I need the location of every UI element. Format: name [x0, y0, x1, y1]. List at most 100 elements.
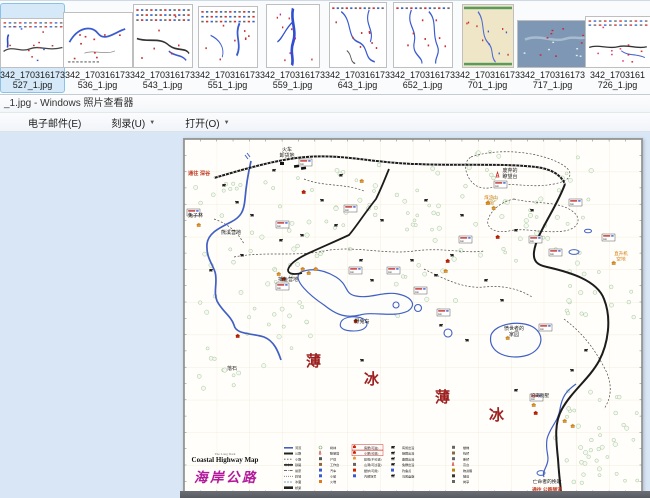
svg-text:落石: 落石: [227, 365, 237, 372]
map-grid: [184, 139, 642, 493]
thumbnail-item[interactable]: 342_170316173551_1.jpg: [195, 3, 260, 93]
svg-text:小船: 小船: [330, 474, 336, 479]
thumbnail-image[interactable]: [133, 4, 193, 68]
svg-text:薄: 薄: [435, 388, 450, 406]
screen: 342_170316173527_1.jpg342_170316173536_1…: [0, 0, 650, 498]
thumbnail-image[interactable]: [0, 4, 66, 68]
svg-text:km: km: [350, 270, 353, 274]
svg-text:高台: 高台: [463, 462, 469, 467]
svg-text:物资箱: 物资箱: [463, 468, 472, 473]
svg-text:km: km: [550, 252, 553, 256]
svg-text:工作台: 工作台: [330, 462, 339, 467]
svg-text:km: km: [415, 290, 418, 294]
svg-text:兔群出没: 兔群出没: [402, 462, 414, 467]
svg-text:煤矿: 煤矿: [486, 200, 496, 207]
content-area: kmkmkmkmkmkmkmkmkmkmkmkmkmkmkmkmkm 通往 深谷…: [0, 132, 650, 498]
thumbnail-item[interactable]: 342_170316173559_1.jpg: [260, 3, 325, 93]
thumbnail-image[interactable]: [517, 4, 589, 68]
svg-text:薄: 薄: [306, 352, 321, 370]
svg-text:乌鸦盘旋: 乌鸦盘旋: [402, 474, 414, 479]
thumbnail-image[interactable]: [266, 4, 320, 68]
thumbnail-item[interactable]: 342_1703161726_1.jpg: [585, 3, 650, 93]
svg-text:有熊出没: 有熊出没: [402, 445, 414, 450]
svg-text:冰: 冰: [489, 406, 505, 424]
thumbnail-item[interactable]: 342_170316173527_1.jpg: [0, 3, 65, 93]
chevron-down-icon: ▼: [149, 120, 155, 126]
svg-text:空地: 空地: [616, 256, 626, 262]
thumbnail-filename: 342_170316173551_1.jpg: [195, 68, 260, 92]
svg-text:断桥: 断桥: [463, 456, 469, 461]
thumbnail-item[interactable]: 342_170316173643_1.jpg: [325, 3, 390, 93]
svg-text:km: km: [570, 202, 573, 206]
menu-item-open-label: 打开(O): [185, 115, 219, 130]
svg-text:km: km: [438, 312, 441, 316]
svg-text:树林: 树林: [330, 445, 336, 450]
svg-text:钓鱼点: 钓鱼点: [402, 468, 411, 473]
svg-text:壁炉(可用): 壁炉(可用): [364, 468, 378, 473]
svg-text:桥梁: 桥梁: [295, 485, 301, 490]
svg-text:km: km: [300, 162, 303, 166]
svg-text:瞭望塔: 瞭望塔: [330, 451, 339, 456]
svg-text:悬崖: 悬崖: [295, 468, 301, 473]
svg-text:废弃的: 废弃的: [502, 167, 517, 174]
svg-text:km: km: [603, 237, 606, 241]
svg-text:房屋(可进): 房屋(可进): [364, 445, 378, 450]
svg-text:火堆: 火堆: [330, 479, 336, 484]
window-title: _1.jpg - Windows 照片查看器: [4, 98, 133, 109]
thumbnail-item[interactable]: 342_170316173543_1.jpg: [130, 3, 195, 93]
menu-item-open[interactable]: 打开(O) ▼: [185, 115, 229, 130]
svg-text:火车: 火车: [282, 146, 292, 153]
thumbnail-item[interactable]: 342_170316173701_1.jpg: [455, 3, 520, 93]
svg-text:内部场景: 内部场景: [364, 474, 376, 479]
photo-map-coastal-highway: kmkmkmkmkmkmkmkmkmkmkmkmkmkmkmkmkm 通往 深谷…: [183, 138, 643, 494]
svg-text:铁路: 铁路: [295, 462, 301, 467]
thumbnail-item[interactable]: 342_170316173652_1.jpg: [390, 3, 455, 93]
thumbnail-filename: 342_170316173527_1.jpg: [0, 68, 65, 92]
thumbnail-filename: 342_170316173717_1.jpg: [520, 68, 585, 92]
svg-text:km: km: [277, 224, 280, 228]
svg-text:瞭望台: 瞭望台: [502, 173, 517, 180]
menu-item-email-label: 电子邮件(E): [28, 115, 81, 130]
thumbnail-image[interactable]: [393, 2, 453, 68]
menu-item-burn[interactable]: 刻录(U) ▼: [111, 115, 155, 130]
svg-text:河流: 河流: [295, 445, 301, 450]
thumbnail-filename: 342_170316173643_1.jpg: [325, 68, 390, 92]
thumbnail-filename: 342_170316173701_1.jpg: [455, 68, 520, 92]
svg-text:岗亭: 岗亭: [463, 479, 469, 484]
thumbnail-strip: 342_170316173527_1.jpg342_170316173536_1…: [0, 1, 650, 95]
svg-text:km: km: [388, 270, 391, 274]
svg-text:捕鱼营地: 捕鱼营地: [278, 276, 298, 283]
svg-text:沿海别墅: 沿海别墅: [531, 392, 550, 399]
svg-text:兔子林: 兔子林: [188, 212, 203, 219]
svg-text:熊溪营地: 熊溪营地: [221, 229, 241, 236]
svg-text:km: km: [277, 286, 280, 290]
thumbnail-filename: 342_170316173543_1.jpg: [130, 68, 195, 92]
svg-text:楼梯: 楼梯: [463, 445, 469, 450]
svg-text:愤世者的: 愤世者的: [504, 325, 524, 332]
map-title-zh: 海岸公路: [194, 470, 258, 485]
map-title-en: Coastal Highway Map: [192, 456, 259, 464]
svg-text:km: km: [495, 184, 498, 188]
thumbnail-image[interactable]: [329, 2, 387, 68]
thumbnail-image[interactable]: [462, 4, 514, 68]
thumbnail-image[interactable]: [585, 4, 650, 68]
thumbnail-image[interactable]: [198, 4, 258, 68]
thumbnail-image[interactable]: [63, 4, 133, 68]
svg-text:冰: 冰: [364, 370, 380, 388]
thumbnail-item[interactable]: 342_170316173536_1.jpg: [65, 3, 130, 93]
thumbnail-filename: 342_1703161726_1.jpg: [590, 68, 645, 92]
menu-item-burn-label: 刻录(U): [111, 115, 145, 130]
svg-text:尸体: 尸体: [330, 456, 336, 461]
chevron-down-icon: ▼: [224, 120, 230, 126]
svg-text:隧道: 隧道: [463, 474, 469, 479]
thumbnail-filename: 342_170316173559_1.jpg: [260, 68, 325, 92]
menu-item-email[interactable]: 电子邮件(E): [28, 115, 81, 130]
svg-text:卸货地: 卸货地: [279, 152, 294, 159]
viewer-titlebar: _1.jpg - Windows 照片查看器: [0, 95, 650, 113]
svg-text:通往 深谷: 通往 深谷: [188, 169, 211, 177]
svg-text:小屋(可进): 小屋(可进): [364, 451, 378, 456]
svg-text:斜坡: 斜坡: [295, 474, 301, 479]
svg-text:鹿群出没: 鹿群出没: [402, 456, 414, 461]
thumbnail-filename: 342_170316173536_1.jpg: [65, 68, 130, 92]
thumbnail-item[interactable]: 342_170316173717_1.jpg: [520, 3, 585, 93]
